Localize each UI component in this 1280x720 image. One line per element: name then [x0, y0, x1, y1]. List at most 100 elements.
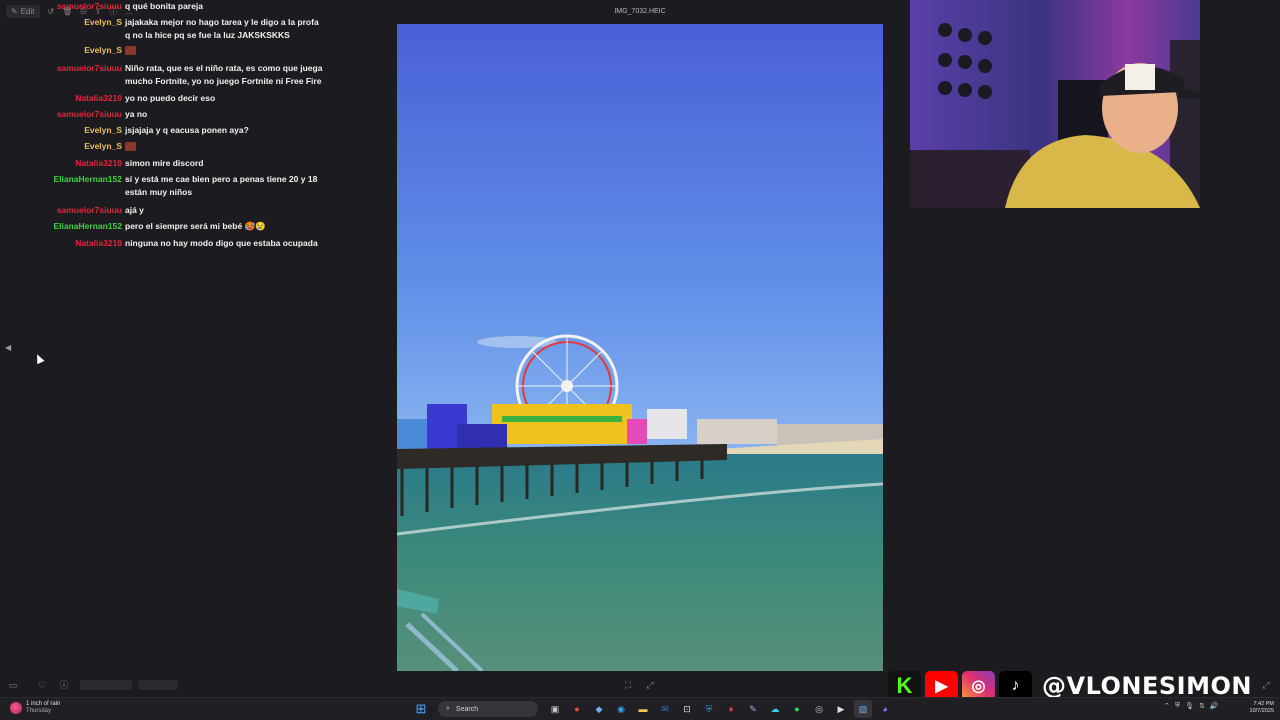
- webcam-feed: [910, 0, 1200, 208]
- chat-message: samuelor7siuuu Niño rata, que es el niño …: [0, 62, 325, 88]
- copilot-button[interactable]: ◆: [590, 700, 608, 718]
- obs-icon: ◎: [815, 703, 823, 714]
- windows-taskbar: 1 inch of rain Thursday ⊞ ⌕ Search ▣ ● ◆ …: [0, 697, 1280, 720]
- expand-icon: ⤢: [1262, 680, 1270, 690]
- chat-username[interactable]: samuelor7siuuu: [0, 62, 125, 88]
- copilot-icon: ◆: [595, 703, 603, 714]
- chat-text: Niño rata, que es el niño rata, es como …: [125, 63, 323, 86]
- search-icon: ⌕: [446, 705, 450, 712]
- task-view-button[interactable]: ▣: [546, 700, 564, 718]
- fullscreen-icon: ⤢: [646, 680, 654, 690]
- outlook-button[interactable]: ✉: [656, 700, 674, 718]
- heart-icon: ♡: [37, 680, 47, 690]
- media-player-button[interactable]: ▶: [832, 700, 850, 718]
- play-icon: ▶: [837, 703, 845, 714]
- chevron-left-icon: ◀: [5, 343, 12, 352]
- clock-date: 10/7/2025: [1249, 708, 1274, 714]
- discord-button[interactable]: ◕: [876, 700, 894, 718]
- chat-message: samuelor7siuuu ajá y: [0, 204, 325, 217]
- chat-message: samuelor7siuuu ya no: [0, 108, 325, 121]
- filmstrip-icon: ▭: [8, 680, 18, 690]
- photos-button[interactable]: ▨: [854, 700, 872, 718]
- info-panel-button[interactable]: ⓘ: [58, 679, 70, 691]
- chat-username[interactable]: Natalia3210: [0, 157, 125, 170]
- task-view-icon: ▣: [550, 703, 560, 714]
- chat-message: samuelor7siuuu q qué bonita pareja: [0, 0, 325, 13]
- chat-text: pero el siempre será mi bebé 🥵😢: [125, 221, 266, 231]
- fullscreen-button[interactable]: ⤢: [644, 679, 656, 691]
- weather-icon: [10, 702, 22, 714]
- app-button-a[interactable]: ✎: [744, 700, 762, 718]
- chat-message: Natalia3210 simon mire discord: [0, 157, 325, 170]
- spotify-button[interactable]: ●: [788, 700, 806, 718]
- windows-logo-icon: ⊞: [415, 701, 427, 716]
- outlook-icon: ✉: [661, 703, 669, 714]
- cloud-icon: ☁: [770, 703, 780, 714]
- expand-button[interactable]: ⤢: [1260, 679, 1272, 691]
- filmstrip-button[interactable]: ▭: [7, 679, 19, 691]
- store-icon: ⊡: [683, 703, 691, 714]
- start-button[interactable]: ⊞: [412, 700, 430, 718]
- chat-message: Evelyn_S jajakaka mejor no hago tarea y l…: [0, 16, 325, 42]
- chat-username[interactable]: ElianaHernan152: [0, 220, 125, 233]
- volume-icon[interactable]: 🔊: [1210, 702, 1219, 710]
- chat-username[interactable]: samuelor7siuuu: [0, 204, 125, 217]
- store-button[interactable]: ⊡: [678, 700, 696, 718]
- app-button-b[interactable]: ☁: [766, 700, 784, 718]
- photos-icon: ▨: [858, 703, 868, 714]
- discord-icon: ◕: [882, 704, 888, 714]
- taskbar-clock[interactable]: 7:42 PM 10/7/2025: [1238, 701, 1274, 715]
- fit-icon: ⛶: [624, 680, 632, 690]
- obs-button[interactable]: ◎: [810, 700, 828, 718]
- chat-message: Natalia3210 yo no puedo decir eso: [0, 92, 325, 105]
- chat-username[interactable]: Natalia3210: [0, 92, 125, 105]
- shield-icon: ⛨: [705, 703, 713, 714]
- chat-text: jsjajaja y q eacusa ponen aya?: [125, 125, 249, 135]
- chat-username[interactable]: Evelyn_S: [0, 124, 125, 137]
- social-handle: @VLONESIMON: [1042, 672, 1252, 700]
- chat-text: [125, 44, 325, 57]
- folder-icon: ▬: [638, 704, 648, 714]
- chat-username[interactable]: ElianaHernan152: [0, 173, 125, 199]
- chat-username[interactable]: Evelyn_S: [0, 44, 125, 57]
- emote-icon: [125, 142, 136, 152]
- chat-text: ya no: [125, 109, 148, 119]
- mouse-cursor: [33, 352, 45, 365]
- chat-username[interactable]: Evelyn_S: [0, 16, 125, 42]
- chat-message: ElianaHernan152 pero el siempre será mi b…: [0, 220, 325, 233]
- chat-text: yo no puedo decir eso: [125, 93, 216, 103]
- chevron-up-icon[interactable]: ⌃: [1164, 702, 1170, 710]
- app-red-button[interactable]: ♦: [722, 700, 740, 718]
- chat-message: Evelyn_S: [0, 44, 325, 57]
- chrome-button[interactable]: ●: [568, 700, 586, 718]
- fit-to-window-button[interactable]: ⛶: [622, 679, 634, 691]
- photo-image: [397, 24, 883, 671]
- edge-button[interactable]: ◉: [612, 700, 630, 718]
- weather-main: 1 inch of rain: [26, 701, 61, 707]
- file-explorer-button[interactable]: ▬: [634, 700, 652, 718]
- info-icon: ⓘ: [59, 680, 69, 690]
- streamer-webcam-image: [910, 0, 1200, 208]
- pen-icon: ✎: [749, 703, 757, 714]
- chrome-icon: ●: [574, 704, 580, 714]
- shield-tray-icon[interactable]: ⛨: [1175, 702, 1180, 710]
- microphone-icon[interactable]: 🎙: [1185, 702, 1194, 710]
- file-title: IMG_7032.HEIC: [614, 8, 666, 15]
- security-button[interactable]: ⛨: [700, 700, 718, 718]
- chat-message: Evelyn_S: [0, 140, 325, 153]
- network-icon[interactable]: ⇅: [1199, 702, 1205, 710]
- chat-username[interactable]: Natalia3210: [0, 237, 125, 250]
- zoom-value-pill[interactable]: [138, 680, 178, 690]
- favorite-button[interactable]: ♡: [36, 679, 48, 691]
- clock-time: 7:42 PM: [1253, 701, 1274, 707]
- zoom-slider[interactable]: [80, 680, 132, 690]
- chat-text: simon mire discord: [125, 158, 204, 168]
- chat-username[interactable]: samuelor7siuuu: [0, 108, 125, 121]
- taskbar-search[interactable]: ⌕ Search: [438, 701, 538, 717]
- weather-widget[interactable]: 1 inch of rain Thursday: [10, 701, 60, 715]
- chat-username[interactable]: samuelor7siuuu: [0, 0, 125, 13]
- chat-username[interactable]: Evelyn_S: [0, 140, 125, 153]
- previous-photo-button[interactable]: ◀: [5, 343, 15, 353]
- chat-message: ElianaHernan152 sí y está me cae bien per…: [0, 173, 325, 199]
- system-tray: ⌃ ⛨ 🎙 ⇅ 🔊: [1164, 702, 1219, 710]
